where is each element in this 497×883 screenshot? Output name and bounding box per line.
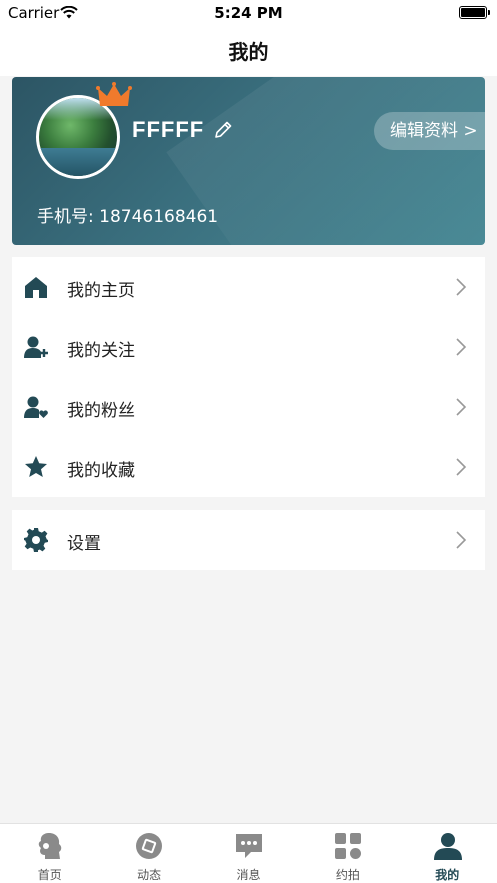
person-icon [433, 833, 462, 860]
head-profile-icon [38, 833, 62, 859]
tab-label: 消息 [236, 868, 261, 882]
tab-bar: 首页 动态 消息 约拍 我的 [0, 823, 497, 883]
menu-item-favorites[interactable]: 我的收藏 [12, 437, 485, 497]
profile-card: FFFFF 编辑资料 > 手机号: 18746168461 [12, 77, 485, 245]
edit-profile-button[interactable]: 编辑资料 > [374, 112, 485, 150]
navigation-bar: 我的 [0, 26, 497, 76]
tab-label: 我的 [435, 868, 460, 882]
tab-label: 首页 [37, 868, 62, 882]
menu-item-homepage[interactable]: 我的主页 [12, 257, 485, 317]
menu-item-following[interactable]: 我的关注 [12, 317, 485, 377]
menu-item-settings[interactable]: 设置 [12, 510, 485, 570]
tab-label: 约拍 [335, 868, 360, 882]
menu-item-label: 设置 [67, 534, 101, 554]
grid-icon [335, 833, 362, 859]
menu-list: 我的主页 我的关注 我的粉丝 我的收藏 [12, 257, 485, 497]
tab-messages[interactable]: 消息 [199, 824, 298, 883]
tab-label: 动态 [137, 868, 162, 882]
crown-icon [96, 82, 132, 106]
chevron-right-icon [456, 458, 467, 476]
compass-icon [136, 833, 163, 859]
user-plus-icon [24, 336, 48, 358]
chevron-right-icon [456, 531, 467, 549]
page-title: 我的 [228, 40, 269, 64]
home-icon [25, 277, 47, 298]
pencil-icon[interactable] [212, 119, 234, 141]
menu-item-label: 我的关注 [67, 341, 135, 361]
clock: 5:24 PM [214, 4, 283, 22]
settings-list: 设置 [12, 510, 485, 570]
tab-me[interactable]: 我的 [398, 824, 497, 883]
user-heart-icon [24, 396, 48, 418]
menu-item-label: 我的粉丝 [67, 401, 135, 421]
username: FFFFF [132, 117, 205, 142]
tab-feed[interactable]: 动态 [99, 824, 198, 883]
battery-icon [459, 6, 490, 19]
gear-icon [24, 528, 48, 552]
star-icon [25, 456, 47, 477]
chat-bubble-icon [235, 834, 262, 858]
tab-appointments[interactable]: 约拍 [298, 824, 397, 883]
phone-number: 手机号: 18746168461 [37, 207, 219, 227]
menu-item-label: 我的收藏 [67, 461, 135, 481]
chevron-right-icon [456, 398, 467, 416]
tab-home[interactable]: 首页 [0, 824, 99, 883]
chevron-right-icon [456, 278, 467, 296]
chevron-right-icon [456, 338, 467, 356]
status-bar: Carrier 5:24 PM [0, 0, 497, 26]
menu-item-followers[interactable]: 我的粉丝 [12, 377, 485, 437]
menu-item-label: 我的主页 [67, 281, 135, 301]
